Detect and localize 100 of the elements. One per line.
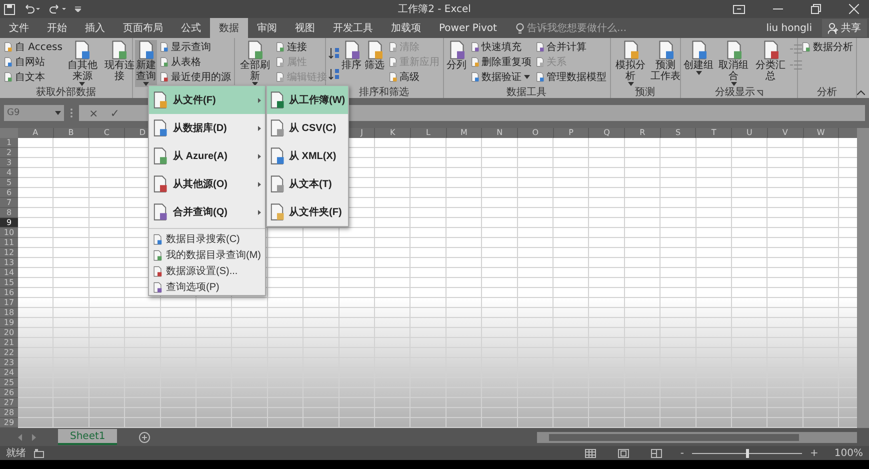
column-header[interactable]: P	[554, 128, 590, 138]
row-header[interactable]: 15	[0, 278, 18, 288]
ribbon-button[interactable]: 取消组合	[716, 40, 752, 87]
zoom-slider-thumb[interactable]	[746, 448, 750, 458]
tell-me-field[interactable]: 告诉我您想要做什么...	[526, 22, 677, 34]
vertical-scrollbar[interactable]	[857, 128, 869, 428]
ribbon-button[interactable]: 从表格	[158, 55, 232, 69]
ribbon-tab[interactable]: 开发工具	[324, 18, 382, 38]
ribbon-button[interactable]: 预测 工作表	[650, 40, 682, 87]
ribbon-tab[interactable]: 公式	[172, 18, 210, 38]
zoom-in-button[interactable]: +	[810, 448, 818, 458]
save-icon[interactable]	[4, 4, 15, 14]
row-header[interactable]: 23	[0, 358, 18, 368]
menu-item[interactable]: 从文件(F)	[149, 86, 265, 114]
menu-item[interactable]: 从文件夹(F)	[267, 198, 348, 226]
add-sheet-icon[interactable]	[139, 432, 150, 442]
row-header[interactable]: 18	[0, 308, 18, 318]
row-header[interactable]: 11	[0, 238, 18, 248]
ribbon-tab[interactable]: 加载项	[382, 18, 430, 38]
row-header[interactable]: 24	[0, 368, 18, 378]
menu-item[interactable]: 我的数据目录查询(M)	[149, 247, 265, 263]
row-header[interactable]: 22	[0, 348, 18, 358]
row-header[interactable]: 17	[0, 298, 18, 308]
ribbon-button[interactable]: 最近使用的源	[158, 70, 232, 84]
customize-icon[interactable]	[75, 6, 81, 12]
column-header[interactable]: M	[446, 128, 482, 138]
row-header[interactable]: 2	[0, 148, 18, 158]
row-header[interactable]: 4	[0, 168, 18, 178]
column-header[interactable]: S	[660, 128, 696, 138]
formula-button[interactable]: ×	[85, 106, 102, 120]
menu-item[interactable]: 从 Azure(A)	[149, 142, 265, 170]
column-header[interactable]: R	[625, 128, 661, 138]
row-header[interactable]: 12	[0, 248, 18, 258]
ribbon-button[interactable]: 新建 查询	[134, 40, 157, 87]
menu-item[interactable]: 数据目录搜索(C)	[149, 231, 265, 247]
ribbon-button[interactable]: 模拟分析	[612, 40, 649, 87]
row-header[interactable]: 6	[0, 188, 18, 198]
ribbon-button[interactable]: 管理数据模型	[534, 70, 608, 84]
ribbon-button[interactable]: 排序	[340, 40, 363, 87]
column-header[interactable]: T	[696, 128, 732, 138]
column-header[interactable]: B	[54, 128, 90, 138]
row-header[interactable]: 7	[0, 198, 18, 208]
ribbon-button[interactable]: 删除重复项	[468, 55, 533, 69]
page-break-icon[interactable]	[651, 448, 662, 458]
ribbon-button[interactable]: 高级	[386, 70, 441, 84]
row-header[interactable]: 3	[0, 158, 18, 168]
close-icon[interactable]	[849, 4, 859, 14]
row-header[interactable]: 8	[0, 208, 18, 218]
ribbon-button[interactable]: 分列	[446, 40, 468, 87]
row-header[interactable]: 27	[0, 398, 18, 408]
column-header[interactable]: K	[375, 128, 411, 138]
row-header[interactable]: 14	[0, 268, 18, 278]
row-header[interactable]: 26	[0, 388, 18, 398]
zoom-out-button[interactable]: -	[680, 448, 684, 458]
ribbon-button[interactable]: 筛选	[364, 40, 386, 87]
row-header[interactable]: 19	[0, 318, 18, 328]
column-header[interactable]: L	[410, 128, 447, 138]
row-header[interactable]: 21	[0, 338, 18, 348]
row-header[interactable]: 29	[0, 418, 18, 428]
row-header[interactable]: 25	[0, 378, 18, 388]
sort-icon[interactable]	[328, 46, 340, 59]
ribbon-button[interactable]: 分类汇总	[752, 40, 789, 87]
normal-view-icon[interactable]	[585, 448, 596, 458]
ribbon-button[interactable]: 创建组	[682, 40, 715, 87]
ribbon-button[interactable]: 连接	[274, 40, 328, 54]
ribbon-tab[interactable]: 审阅	[248, 18, 286, 38]
row-header[interactable]: 13	[0, 258, 18, 268]
cell-grid[interactable]	[18, 138, 857, 428]
formula-button[interactable]: ✓	[106, 106, 124, 120]
column-header[interactable]: N	[482, 128, 518, 138]
column-header[interactable]: V	[768, 128, 804, 138]
row-header[interactable]: 1	[0, 138, 18, 148]
ribbon-button[interactable]: 数据分析	[800, 40, 854, 54]
ribbon-button[interactable]: 快速填充	[468, 40, 533, 54]
ribbon-tab[interactable]: 页面布局	[114, 18, 172, 38]
ribbon-tab[interactable]: 文件	[0, 18, 38, 38]
name-box[interactable]: G9	[4, 105, 64, 121]
sort-icon[interactable]	[328, 68, 340, 80]
page-layout-icon[interactable]	[618, 448, 630, 458]
ribbon-button[interactable]: 数据验证	[468, 70, 533, 84]
menu-item[interactable]: 合并查询(Q)	[149, 198, 265, 226]
ribbon-tab[interactable]: 视图	[286, 18, 324, 38]
redo-icon[interactable]	[49, 4, 67, 14]
ribbon-button[interactable]: 合并计算	[534, 40, 608, 54]
ribbon-button[interactable]: 显示查询	[158, 40, 232, 54]
ribbon-button[interactable]: 自网站	[2, 55, 64, 69]
menu-item[interactable]: 从 XML(X)	[267, 142, 348, 170]
restore-icon[interactable]	[811, 4, 821, 14]
row-header[interactable]: 16	[0, 288, 18, 298]
ribbon-tab[interactable]: 数据	[210, 18, 248, 38]
menu-item[interactable]: 从工作簿(W)	[267, 86, 348, 114]
column-header[interactable]: Q	[589, 128, 626, 138]
menu-item[interactable]: 从其他源(O)	[149, 170, 265, 198]
column-header[interactable]: C	[89, 128, 126, 138]
ribbon-button[interactable]: 自 Access	[2, 40, 64, 54]
menu-item[interactable]: 从文本(T)	[267, 170, 348, 198]
row-header[interactable]: 28	[0, 408, 18, 418]
horizontal-scrollbar[interactable]	[537, 432, 857, 442]
collapse-ribbon-icon[interactable]	[857, 90, 865, 95]
dialog-launcher-icon[interactable]	[756, 90, 763, 96]
